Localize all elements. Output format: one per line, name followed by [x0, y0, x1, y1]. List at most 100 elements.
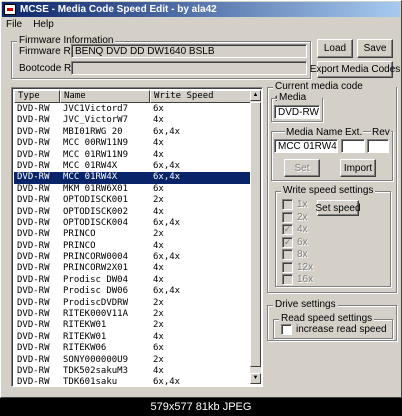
media-code-list[interactable]: Type Name Write Speed DVD-RW JVC1Victord7… [11, 87, 263, 387]
checkbox-box[interactable] [282, 199, 293, 210]
cell-write-speed: 2x [153, 297, 164, 308]
table-row[interactable]: DVD-RW TDK601saku 6x,4x [14, 377, 252, 387]
ext-input[interactable] [341, 139, 365, 153]
cell-type: DVD-RW [17, 195, 50, 206]
column-header-name[interactable]: Name [60, 90, 150, 103]
cell-type: DVD-RW [17, 149, 50, 160]
column-header-type[interactable]: Type [14, 90, 60, 103]
import-button[interactable]: Import [340, 159, 376, 177]
table-row[interactable]: DVD-RW Prodisc DW06 6x,4x [14, 286, 252, 297]
list-scrollbar[interactable]: ▲ ▼ [250, 90, 261, 384]
scroll-up-arrow-icon[interactable]: ▲ [250, 90, 261, 101]
scroll-thumb[interactable] [250, 102, 261, 367]
cell-name: OPTODISCK004 [63, 217, 129, 228]
cell-name: TDK601saku [63, 377, 118, 387]
cell-write-speed: 2x [153, 229, 164, 240]
table-row[interactable]: DVD-RW RITEKW01 4x [14, 332, 252, 343]
table-row[interactable]: DVD-RW MBI01RWG 20 6x,4x [14, 127, 252, 138]
table-row[interactable]: DVD-RW MCC 01RW4X 6x,4x [14, 172, 252, 184]
cell-type: DVD-RW [17, 217, 50, 228]
cell-name: PRINCO [63, 229, 96, 240]
table-row[interactable]: DVD-RW Prodisc DW04 4x [14, 275, 252, 286]
cell-write-speed: 6x,4x [153, 217, 181, 228]
table-row[interactable]: DVD-RW MCC 01RW11N9 4x [14, 150, 252, 161]
media-name-input[interactable]: MCC 01RW4X [274, 139, 338, 153]
save-button[interactable]: Save [357, 39, 393, 58]
load-button[interactable]: Load [317, 39, 353, 58]
export-media-codes-button[interactable]: Export Media Codes [310, 61, 400, 78]
table-row[interactable]: DVD-RW PRINCORW0004 6x,4x [14, 252, 252, 263]
table-row[interactable]: DVD-RW JVC_VictorW7 4x [14, 115, 252, 126]
write-speed-checkbox-6x[interactable]: ✓ 6x [282, 236, 308, 248]
ext-label: Ext. [344, 127, 364, 139]
cell-write-speed: 2x [153, 354, 164, 365]
cell-name: RITEKW01 [63, 320, 107, 331]
cell-name: PRINCO [63, 240, 96, 251]
cell-name: JVC_VictorW7 [63, 115, 129, 126]
write-speed-checkbox-8x[interactable]: 8x [282, 249, 308, 260]
table-row[interactable]: DVD-RW PRINCORW2X01 4x [14, 263, 252, 274]
main-window: MCSE - Media Code Speed Edit - by ala42 … [0, 0, 402, 398]
cell-name: MCC 01RW11N9 [63, 149, 129, 160]
checkbox-box[interactable] [282, 211, 293, 223]
table-row[interactable]: DVD-RW PRINCO 4x [14, 241, 252, 252]
table-row[interactable]: DVD-RW PRINCO 2x [14, 229, 252, 240]
write-speed-label: 2x [297, 211, 308, 223]
list-header: Type Name Write Speed [14, 90, 252, 103]
cell-write-speed: 4x [153, 263, 164, 274]
cell-name: MKM 01RW6X01 [63, 183, 129, 194]
increase-read-speed-box[interactable] [281, 324, 292, 335]
table-row[interactable]: DVD-RW ProdiscDVDRW 2x [14, 298, 252, 309]
write-speed-label: 1x [297, 199, 308, 210]
set-speed-button[interactable]: Set speed [315, 200, 361, 216]
set-button[interactable]: Set [284, 159, 320, 177]
cell-type: DVD-RW [17, 365, 50, 376]
write-speed-checkbox-12x[interactable]: 12x [282, 261, 313, 273]
table-row[interactable]: DVD-RW RITEKW06 6x [14, 343, 252, 354]
table-row[interactable]: DVD-RW OPTODISCK001 2x [14, 195, 252, 206]
table-row[interactable]: DVD-RW OPTODISCK002 4x [14, 207, 252, 218]
image-caption: 579x577 81kb JPEG [0, 398, 402, 416]
cell-type: DVD-RW [17, 320, 50, 331]
table-row[interactable]: DVD-RW RITEKW01 2x [14, 320, 252, 331]
write-speed-checkbox-2x[interactable]: 2x [282, 211, 308, 223]
write-speed-checkbox-4x[interactable]: ✓ 4x [282, 224, 308, 235]
cell-name: OPTODISCK002 [63, 206, 129, 217]
table-row[interactable]: DVD-RW MCC 00RW11N9 4x [14, 138, 252, 149]
title-bar: MCSE - Media Code Speed Edit - by ala42 [2, 2, 400, 17]
write-speed-label: 8x [297, 249, 308, 260]
table-row[interactable]: DVD-RW TDK502sakuM3 4x [14, 366, 252, 377]
cell-name: Prodisc DW04 [63, 274, 129, 285]
bootcode-rev-field [71, 61, 307, 75]
table-row[interactable]: DVD-RW SONY000000U9 2x [14, 355, 252, 366]
checkbox-box[interactable]: ✓ [282, 224, 293, 235]
checkbox-box[interactable] [282, 249, 293, 260]
cell-write-speed: 6x [153, 104, 164, 114]
checkbox-box[interactable] [282, 261, 293, 273]
cell-write-speed: 4x [153, 138, 164, 149]
checkbox-box[interactable]: ✓ [282, 236, 293, 248]
table-row[interactable]: DVD-RW OPTODISCK004 6x,4x [14, 218, 252, 229]
checkbox-box[interactable] [282, 274, 293, 285]
rev-input[interactable] [367, 139, 389, 153]
table-row[interactable]: DVD-RW MCC 01RW4X 6x,4x [14, 161, 252, 172]
increase-read-speed-checkbox[interactable]: increase read speed [281, 324, 387, 335]
cell-write-speed: 4x [153, 149, 164, 160]
table-row[interactable]: DVD-RW JVC1Victord7 6x [14, 104, 252, 115]
menu-help[interactable]: Help [29, 19, 58, 30]
cell-write-speed: 4x [153, 240, 164, 251]
cell-name: MCC 01RW4X [63, 160, 118, 171]
scroll-down-arrow-icon[interactable]: ▼ [250, 373, 261, 384]
increase-read-speed-label: increase read speed [296, 324, 387, 335]
cell-type: DVD-RW [17, 343, 50, 354]
write-speed-checkbox-1x[interactable]: 1x [282, 199, 308, 210]
column-header-write-speed[interactable]: Write Speed [150, 90, 252, 103]
cell-type: DVD-RW [17, 172, 50, 183]
table-row[interactable]: DVD-RW RITEK000V11A 2x [14, 309, 252, 320]
cell-type: DVD-RW [17, 377, 50, 387]
write-speed-checkbox-16x[interactable]: 16x [282, 274, 313, 285]
cell-type: DVD-RW [17, 354, 50, 365]
window-title: MCSE - Media Code Speed Edit - by ala42 [20, 4, 217, 15]
table-row[interactable]: DVD-RW MKM 01RW6X01 6x [14, 184, 252, 195]
menu-file[interactable]: File [2, 19, 26, 30]
